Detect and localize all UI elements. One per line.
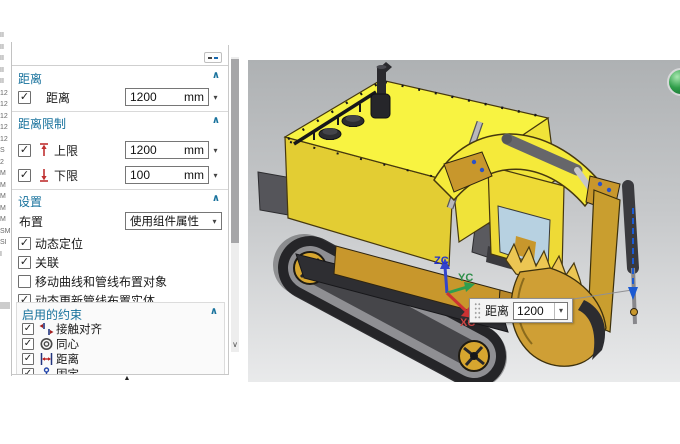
section-title-limits[interactable]: 距离限制 [18, 115, 66, 130]
collapse-chevron-icon[interactable]: ∧ [212, 115, 220, 126]
tag-label: 距离 [485, 302, 509, 319]
lower-limit-label: 下限 [54, 167, 78, 184]
distance-label: 距离 [46, 89, 70, 106]
checkbox[interactable]: ✓ [22, 323, 34, 335]
upper-limit-label: 上限 [54, 142, 78, 159]
move-curves-checkbox[interactable] [18, 275, 31, 288]
associative-checkbox[interactable]: ✓ [18, 256, 31, 269]
scrollbar-down-arrow[interactable]: ∨ [230, 339, 240, 351]
scrollbar-thumb[interactable] [231, 59, 239, 243]
section-title-distance[interactable]: 距离 [18, 70, 42, 85]
unit-dropdown[interactable]: ▾ [209, 88, 222, 106]
fix-icon [39, 367, 54, 376]
checkbox[interactable]: ✓ [22, 338, 34, 350]
unit-label: mm [184, 143, 204, 157]
dialog-scrollbar[interactable] [231, 57, 239, 352]
divider [12, 189, 228, 190]
distance-value-input[interactable]: 1200 mm [125, 88, 209, 106]
dialog-more-button[interactable] [204, 52, 222, 63]
unit-dropdown[interactable]: ▾ [209, 166, 222, 184]
upper-limit-icon [37, 142, 51, 158]
upper-limit-input[interactable]: 1200 mm [125, 141, 209, 159]
excavator-model[interactable] [258, 62, 638, 371]
checkbox[interactable]: ✓ [22, 353, 34, 365]
unit-label: mm [184, 168, 204, 182]
dynamic-positioning-checkbox[interactable]: ✓ [18, 237, 31, 250]
constraint-item-touch-align[interactable]: ✓ 接触对齐 [22, 321, 222, 336]
dialog-header-bar[interactable] [12, 45, 228, 66]
distance-onscreen-tag[interactable]: 距离 1200 ▾ [469, 298, 573, 323]
green-sphere-icon[interactable] [668, 69, 680, 95]
mini-scrollbar[interactable] [0, 302, 10, 309]
distance-checkbox[interactable]: ✓ [18, 91, 31, 104]
touch-align-icon [39, 322, 54, 336]
checkbox[interactable]: ✓ [22, 368, 34, 376]
collapse-chevron-icon[interactable]: ∧ [212, 70, 220, 81]
layout-label: 布置 [19, 213, 43, 230]
constraint-item-concentric[interactable]: ✓ 同心 [22, 336, 222, 351]
tag-input[interactable]: 1200 ▾ [513, 302, 568, 320]
constraint-dialog: 距离 ∧ ✓ 距离 1200 mm ▾ 距离限制 ∧ ✓ 上限 1200 mm … [12, 45, 229, 375]
layout-combo[interactable]: 使用组件属性 ▾ [125, 212, 222, 230]
section-title-enabled-constraints[interactable]: 启用的约束 [22, 306, 82, 321]
collapse-chevron-icon[interactable]: ∧ [212, 193, 220, 204]
graphics-viewport[interactable]: ZC YC XC 距离 1200 ▾ [248, 60, 680, 382]
distance-icon [39, 352, 54, 366]
collapse-chevron-icon[interactable]: ∧ [210, 306, 218, 317]
z-axis-label: ZC [434, 255, 449, 267]
3d-scene-canvas[interactable]: ZC YC XC [248, 60, 680, 382]
tag-dropdown-icon[interactable]: ▾ [554, 303, 567, 319]
lower-limit-checkbox[interactable]: ✓ [18, 169, 31, 182]
dash-icon [214, 57, 218, 59]
unit-dropdown[interactable]: ▾ [209, 141, 222, 159]
y-axis-label: YC [458, 272, 473, 284]
dash-icon [208, 57, 212, 59]
lower-limit-icon [37, 167, 51, 183]
section-title-settings[interactable]: 设置 [18, 193, 42, 208]
combo-dropdown-icon: ▾ [208, 217, 221, 226]
constraint-item-distance[interactable]: ✓ 距离 [22, 351, 222, 366]
unit-label: mm [184, 90, 204, 104]
cutoff-left-panel: II II II II II 12 12 12 12 12 S 2 M M M … [0, 30, 11, 380]
drag-grip-icon[interactable] [474, 302, 481, 319]
enabled-constraints-group: 启用的约束 ∧ ✓ 接触对齐 ✓ 同心 ✓ [16, 302, 225, 375]
constraint-item-fix[interactable]: ✓ 固定 [22, 366, 222, 375]
panel-resize-handle[interactable]: ▲ [118, 375, 136, 383]
concentric-icon [39, 337, 54, 351]
upper-limit-checkbox[interactable]: ✓ [18, 144, 31, 157]
divider [12, 111, 228, 112]
lower-limit-input[interactable]: 100 mm [125, 166, 209, 184]
